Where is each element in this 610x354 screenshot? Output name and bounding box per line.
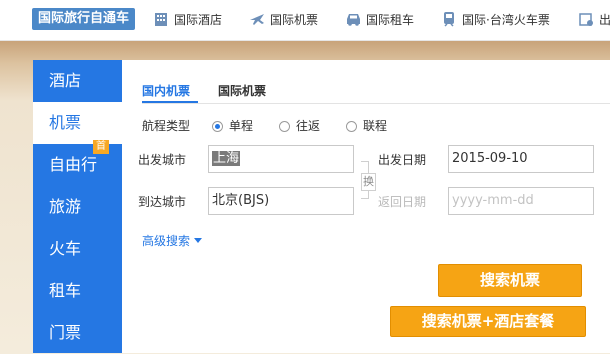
tab-domestic-flight[interactable]: 国内机票 xyxy=(142,81,190,101)
nav-car-label: 国际租车 xyxy=(366,13,415,27)
nav-flight-label: 国际机票 xyxy=(270,13,319,27)
depart-date-label: 出发日期 xyxy=(378,153,427,167)
building-icon xyxy=(155,13,167,26)
chevron-down-icon xyxy=(194,238,203,243)
to-city-input[interactable]: 北京(BJS) xyxy=(208,187,354,215)
to-city-label: 到达城市 xyxy=(138,195,187,209)
depart-date-value: 2015-09-10 xyxy=(452,151,528,166)
flight-search-panel: 国内机票 国际机票 航程类型 单程 往返 联程 出发城市 上海 换 出发日期 2… xyxy=(122,60,610,353)
radio-one-way-label[interactable]: 单程 xyxy=(229,116,253,136)
plane-icon xyxy=(250,14,264,25)
sidebar-item-label: 门票 xyxy=(49,323,82,342)
swap-cities-button[interactable]: 换 xyxy=(361,173,376,191)
search-package-button[interactable]: 搜索机票+酒店套餐 xyxy=(390,306,586,337)
sidebar-item-label: 旅游 xyxy=(49,197,82,216)
nav-more-label: 出 xyxy=(599,13,610,27)
from-city-value: 上海 xyxy=(212,151,241,166)
nav-hotel-label: 国际酒店 xyxy=(174,13,223,27)
train-icon xyxy=(444,12,454,27)
sidebar-item-tour[interactable]: 旅游 xyxy=(33,186,122,228)
radio-round-trip-label[interactable]: 往返 xyxy=(296,116,320,136)
return-date-label: 返回日期 xyxy=(378,195,427,209)
top-nav-bar: 国际旅行自通车 国际酒店 国际机票 国际租车 国际·台湾火车票 出 xyxy=(0,0,610,41)
return-date-placeholder: yyyy-mm-dd xyxy=(452,193,534,208)
tab-divider xyxy=(142,103,610,104)
sidebar-item-label: 机票 xyxy=(49,113,82,132)
sidebar-item-car[interactable]: 租车 xyxy=(33,270,122,312)
nav-train-label: 国际·台湾火车票 xyxy=(462,13,550,27)
radio-round-trip[interactable] xyxy=(279,121,290,132)
sidebar-item-ticket[interactable]: 门票 xyxy=(33,312,122,354)
from-city-label: 出发城市 xyxy=(138,153,187,167)
sidebar-item-hotel[interactable]: 酒店 xyxy=(33,60,122,102)
return-date-input[interactable]: yyyy-mm-dd xyxy=(448,187,594,215)
sidebar-item-flight[interactable]: 机票 xyxy=(33,102,122,144)
brand-label[interactable]: 国际旅行自通车 xyxy=(32,8,136,30)
sidebar-item-label: 火车 xyxy=(49,239,82,258)
to-city-value: 北京(BJS) xyxy=(212,193,270,208)
from-city-input[interactable]: 上海 xyxy=(208,145,354,173)
tab-international-flight[interactable]: 国际机票 xyxy=(218,81,266,101)
radio-multi-city[interactable] xyxy=(346,121,357,132)
advanced-search-link[interactable]: 高级搜索 xyxy=(142,231,203,251)
trip-type-label: 航程类型 xyxy=(142,119,191,133)
ticket-icon xyxy=(579,13,593,26)
sidebar-item-label: 自由行 xyxy=(49,155,98,174)
sidebar-item-label: 租车 xyxy=(49,281,82,300)
sidebar-item-train[interactable]: 火车 xyxy=(33,228,122,270)
category-sidebar: 酒店 机票 自由行 首 旅游 火车 租车 门票 xyxy=(33,60,122,353)
car-icon xyxy=(347,14,360,26)
first-badge: 首 xyxy=(93,140,109,154)
sidebar-item-label: 酒店 xyxy=(49,71,82,90)
depart-date-input[interactable]: 2015-09-10 xyxy=(448,145,594,173)
radio-multi-city-label[interactable]: 联程 xyxy=(363,116,387,136)
advanced-search-label: 高级搜索 xyxy=(142,234,191,248)
search-flights-button[interactable]: 搜索机票 xyxy=(438,264,582,297)
radio-one-way[interactable] xyxy=(212,121,223,132)
